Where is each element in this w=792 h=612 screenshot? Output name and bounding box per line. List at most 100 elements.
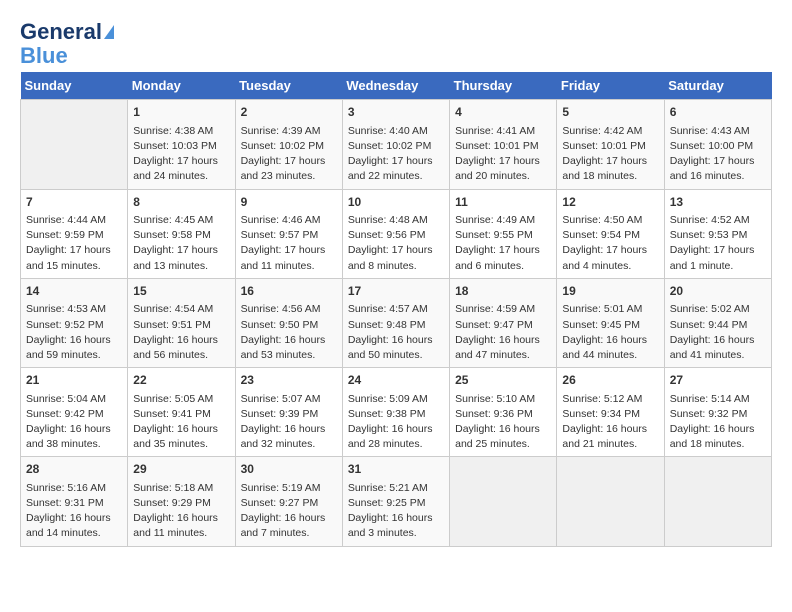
calendar-cell: 29Sunrise: 5:18 AMSunset: 9:29 PMDayligh…: [128, 457, 235, 546]
day-info-line: Sunset: 10:02 PM: [348, 139, 444, 154]
calendar-cell: 22Sunrise: 5:05 AMSunset: 9:41 PMDayligh…: [128, 368, 235, 457]
day-number: 20: [670, 283, 766, 300]
weekday-header-wednesday: Wednesday: [342, 72, 449, 100]
day-info-line: Daylight: 16 hours: [670, 333, 766, 348]
day-info-line: Sunset: 9:58 PM: [133, 228, 229, 243]
calendar-cell: 9 Sunrise: 4:46 AMSunset: 9:57 PMDaylight…: [235, 189, 342, 278]
day-info-line: Daylight: 16 hours: [241, 333, 337, 348]
day-info-line: Daylight: 17 hours: [241, 243, 337, 258]
calendar-cell: [21, 100, 128, 189]
day-info-line: and 11 minutes.: [133, 526, 229, 541]
day-number: 9: [241, 194, 337, 211]
calendar-cell: 1Sunrise: 4:38 AMSunset: 10:03 PMDayligh…: [128, 100, 235, 189]
calendar-cell: 12Sunrise: 4:50 AMSunset: 9:54 PMDayligh…: [557, 189, 664, 278]
day-info-line: Sunset: 9:54 PM: [562, 228, 658, 243]
calendar-cell: 25Sunrise: 5:10 AMSunset: 9:36 PMDayligh…: [450, 368, 557, 457]
day-info-line: and 24 minutes.: [133, 169, 229, 184]
calendar-cell: 7Sunrise: 4:44 AMSunset: 9:59 PMDaylight…: [21, 189, 128, 278]
day-info-line: Sunset: 9:38 PM: [348, 407, 444, 422]
day-number: 10: [348, 194, 444, 211]
day-info-line: and 20 minutes.: [455, 169, 551, 184]
day-info-line: Sunset: 9:36 PM: [455, 407, 551, 422]
day-info-line: and 35 minutes.: [133, 437, 229, 452]
day-info-line: Sunrise: 4:49 AM: [455, 213, 551, 228]
calendar-cell: 26Sunrise: 5:12 AMSunset: 9:34 PMDayligh…: [557, 368, 664, 457]
calendar-cell: 5Sunrise: 4:42 AMSunset: 10:01 PMDayligh…: [557, 100, 664, 189]
day-info-line: Sunrise: 4:59 AM: [455, 302, 551, 317]
day-info-line: Daylight: 17 hours: [241, 154, 337, 169]
day-info-line: and 38 minutes.: [26, 437, 122, 452]
day-info-line: Daylight: 16 hours: [348, 422, 444, 437]
day-info-line: Sunrise: 5:19 AM: [241, 481, 337, 496]
day-info-line: Sunset: 10:01 PM: [455, 139, 551, 154]
day-info-line: and 3 minutes.: [348, 526, 444, 541]
day-info-line: Sunset: 9:59 PM: [26, 228, 122, 243]
day-info-line: Sunset: 9:52 PM: [26, 318, 122, 333]
calendar-table: SundayMondayTuesdayWednesdayThursdayFrid…: [20, 72, 772, 546]
day-info-line: and 16 minutes.: [670, 169, 766, 184]
calendar-cell: 11Sunrise: 4:49 AMSunset: 9:55 PMDayligh…: [450, 189, 557, 278]
calendar-week-row: 7Sunrise: 4:44 AMSunset: 9:59 PMDaylight…: [21, 189, 772, 278]
day-number: 23: [241, 372, 337, 389]
day-number: 21: [26, 372, 122, 389]
day-info-line: Daylight: 16 hours: [26, 422, 122, 437]
day-info-line: and 21 minutes.: [562, 437, 658, 452]
day-number: 19: [562, 283, 658, 300]
calendar-cell: [664, 457, 771, 546]
day-info-line: Sunset: 9:32 PM: [670, 407, 766, 422]
day-number: 12: [562, 194, 658, 211]
day-info-line: and 13 minutes.: [133, 259, 229, 274]
day-info-line: Daylight: 17 hours: [562, 154, 658, 169]
day-info-line: Sunset: 9:51 PM: [133, 318, 229, 333]
day-info-line: Sunset: 9:39 PM: [241, 407, 337, 422]
day-info-line: Sunset: 10:01 PM: [562, 139, 658, 154]
day-info-line: and 44 minutes.: [562, 348, 658, 363]
weekday-header-friday: Friday: [557, 72, 664, 100]
day-info-line: Sunset: 9:29 PM: [133, 496, 229, 511]
day-info-line: Sunrise: 5:14 AM: [670, 392, 766, 407]
weekday-header-sunday: Sunday: [21, 72, 128, 100]
day-info-line: and 56 minutes.: [133, 348, 229, 363]
day-info-line: Sunrise: 4:46 AM: [241, 213, 337, 228]
day-info-line: Sunrise: 4:38 AM: [133, 124, 229, 139]
day-info-line: Daylight: 17 hours: [133, 243, 229, 258]
day-info-line: Sunrise: 5:09 AM: [348, 392, 444, 407]
calendar-cell: 13Sunrise: 4:52 AMSunset: 9:53 PMDayligh…: [664, 189, 771, 278]
calendar-week-row: 28Sunrise: 5:16 AMSunset: 9:31 PMDayligh…: [21, 457, 772, 546]
day-info-line: Sunset: 9:50 PM: [241, 318, 337, 333]
day-info-line: and 14 minutes.: [26, 526, 122, 541]
day-info-line: and 15 minutes.: [26, 259, 122, 274]
day-info-line: Sunrise: 5:02 AM: [670, 302, 766, 317]
weekday-header-monday: Monday: [128, 72, 235, 100]
calendar-cell: 30Sunrise: 5:19 AMSunset: 9:27 PMDayligh…: [235, 457, 342, 546]
day-info-line: Daylight: 17 hours: [670, 243, 766, 258]
day-info-line: and 7 minutes.: [241, 526, 337, 541]
calendar-cell: 28Sunrise: 5:16 AMSunset: 9:31 PMDayligh…: [21, 457, 128, 546]
day-info-line: Sunset: 9:55 PM: [455, 228, 551, 243]
logo: General Blue: [20, 20, 114, 68]
day-info-line: and 18 minutes.: [670, 437, 766, 452]
day-info-line: Sunset: 9:25 PM: [348, 496, 444, 511]
calendar-week-row: 21Sunrise: 5:04 AMSunset: 9:42 PMDayligh…: [21, 368, 772, 457]
day-info-line: Daylight: 17 hours: [670, 154, 766, 169]
day-info-line: and 50 minutes.: [348, 348, 444, 363]
day-number: 6: [670, 104, 766, 121]
day-info-line: and 22 minutes.: [348, 169, 444, 184]
day-info-line: Sunset: 9:47 PM: [455, 318, 551, 333]
calendar-cell: 21Sunrise: 5:04 AMSunset: 9:42 PMDayligh…: [21, 368, 128, 457]
day-info-line: and 1 minute.: [670, 259, 766, 274]
weekday-header-tuesday: Tuesday: [235, 72, 342, 100]
day-info-line: Sunrise: 4:39 AM: [241, 124, 337, 139]
day-info-line: and 59 minutes.: [26, 348, 122, 363]
day-info-line: Sunrise: 4:41 AM: [455, 124, 551, 139]
day-info-line: Sunrise: 4:52 AM: [670, 213, 766, 228]
calendar-cell: [450, 457, 557, 546]
day-info-line: Sunrise: 4:48 AM: [348, 213, 444, 228]
day-number: 28: [26, 461, 122, 478]
day-number: 8: [133, 194, 229, 211]
day-number: 30: [241, 461, 337, 478]
day-info-line: Daylight: 16 hours: [562, 422, 658, 437]
calendar-cell: 15Sunrise: 4:54 AMSunset: 9:51 PMDayligh…: [128, 278, 235, 367]
day-info-line: Sunrise: 5:16 AM: [26, 481, 122, 496]
day-info-line: Sunset: 9:57 PM: [241, 228, 337, 243]
